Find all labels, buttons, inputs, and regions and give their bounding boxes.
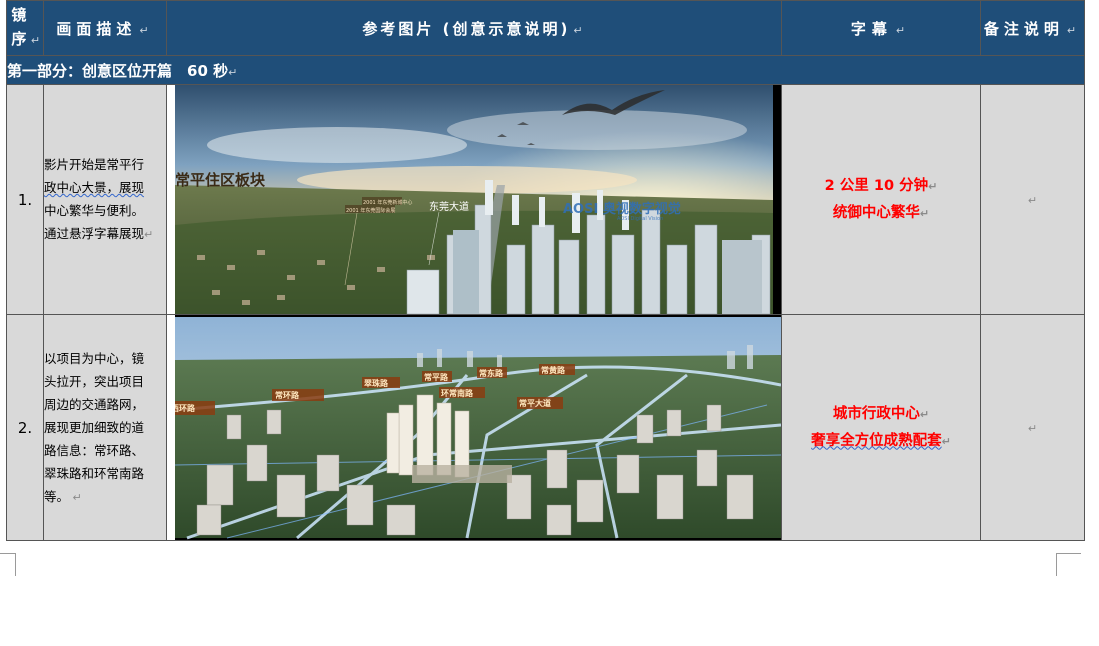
- road-label: 常平大道: [519, 398, 551, 408]
- reference-image-1: 常平住区板块 2001 年东莞新城中心 2001 年东莞国际会展 东莞大道 AO…: [167, 85, 781, 314]
- watermark-subtitle: AOSI Digital Vision: [617, 216, 663, 222]
- subtitle-line: 城市行政中心↵: [782, 401, 980, 428]
- subtitle-line-text: 2 公里 10 分钟: [824, 177, 929, 194]
- desc-line-text: 政中心大景，展现: [44, 180, 145, 195]
- shot-number: 1.: [6, 84, 44, 315]
- section-title: 第一部分：创意区位开篇 60 秒↵: [6, 55, 1085, 85]
- road-label: 常东路: [479, 368, 504, 378]
- city-aerial-network-render: 西环路 常环路 翠珠路 常平路 常东路 常黄路 环常南路 常平大道: [167, 315, 781, 540]
- desc-line: 路信息：常环路、: [44, 442, 145, 458]
- table-row: 1. 影片开始是常平行 政中心大景，展现 中心繁华与便利。 通过悬浮字幕展现↵: [6, 84, 1085, 315]
- header-scene-description-label: 画面描述: [56, 19, 137, 38]
- header-subtitle: 字幕 ↵: [781, 0, 981, 56]
- remarks-cell: ↵: [980, 84, 1085, 315]
- road-label: 环常南路: [441, 388, 474, 398]
- image-tag-label: 2001 年东莞新城中心: [363, 199, 412, 206]
- return-mark-icon: ↵: [941, 434, 951, 448]
- return-mark-icon: ↵: [573, 23, 586, 37]
- scene-description: 以项目为中心，镜 头拉开，突出项目 周边的交通路网， 展现更加细致的道 路信息：…: [43, 314, 167, 541]
- desc-line: 中心繁华与便利。: [44, 203, 145, 218]
- road-label: 常黄路: [541, 365, 566, 375]
- desc-line: 影片开始是常平行: [44, 157, 145, 172]
- return-mark-icon: ↵: [919, 407, 930, 421]
- page-corner-mark-right: [1056, 553, 1081, 576]
- return-mark-icon: ↵: [1066, 23, 1082, 37]
- desc-line: 展现更加细致的道: [44, 419, 145, 435]
- subtitle-line-text: 统御中心繁华: [832, 204, 920, 221]
- header-shot-number-label: 镜序: [11, 6, 27, 48]
- city-aerial-sunset-render: 常平住区板块 2001 年东莞新城中心 2001 年东莞国际会展 东莞大道 AO…: [167, 85, 781, 314]
- reference-image-cell: 常平住区板块 2001 年东莞新城中心 2001 年东莞国际会展 东莞大道 AO…: [166, 84, 782, 315]
- desc-line: 以项目为中心，镜: [44, 350, 145, 366]
- shot-number: 2.: [6, 314, 44, 541]
- return-mark-icon: ↵: [30, 34, 41, 47]
- road-label: 翠珠路: [364, 378, 389, 388]
- reference-image-2: 西环路 常环路 翠珠路 常平路 常东路 常黄路 环常南路 常平大道: [167, 315, 781, 540]
- return-mark-icon: ↵: [144, 228, 154, 241]
- remarks-cell: ↵: [980, 314, 1085, 541]
- header-subtitle-label: 字幕: [850, 19, 893, 38]
- return-mark-icon: ↵: [69, 490, 82, 504]
- header-row: 镜序 ↵ 画面描述 ↵ 参考图片 (创意示意说明) ↵ 字幕 ↵ 备注说明 ↵: [6, 0, 1085, 56]
- road-label: 常环路: [275, 390, 300, 400]
- road-label: 常平路: [424, 372, 449, 382]
- header-shot-number: 镜序 ↵: [6, 0, 44, 56]
- return-mark-icon: ↵: [139, 23, 154, 37]
- desc-line: 翠珠路和环常南路: [44, 465, 145, 481]
- subtitle-line-text: 奢享全方位成熟配套: [811, 432, 942, 449]
- header-remarks-label: 备注说明: [983, 19, 1064, 38]
- desc-line: 政中心大景，展现: [44, 176, 166, 199]
- desc-line: 通过悬浮字幕展现↵: [44, 222, 166, 246]
- subtitle-line: 奢享全方位成熟配套↵: [782, 428, 980, 455]
- subtitle-text: 2 公里 10 分钟↵ 统御中心繁华↵: [781, 84, 981, 315]
- reference-image-cell: 西环路 常环路 翠珠路 常平路 常东路 常黄路 环常南路 常平大道: [166, 314, 782, 541]
- page-corner-mark-left: [0, 553, 16, 576]
- table-row: 2. 以项目为中心，镜 头拉开，突出项目 周边的交通路网， 展现更加细致的道 路…: [6, 314, 1085, 541]
- scene-description: 影片开始是常平行 政中心大景，展现 中心繁华与便利。 通过悬浮字幕展现↵: [43, 84, 167, 315]
- section-row: 第一部分：创意区位开篇 60 秒↵: [6, 55, 1085, 85]
- subtitle-line: 统御中心繁华↵: [782, 200, 980, 227]
- return-mark-icon: ↵: [895, 23, 912, 37]
- header-reference-image-label: 参考图片 (创意示意说明): [362, 19, 571, 38]
- subtitle-line: 2 公里 10 分钟↵: [782, 173, 980, 200]
- desc-line-text: 等。: [44, 488, 70, 504]
- return-mark-icon: ↵: [228, 65, 238, 79]
- desc-line-text: 通过悬浮字幕展现: [44, 226, 145, 241]
- desc-line: 等。 ↵: [44, 485, 166, 509]
- subtitle-line-text: 城市行政中心: [832, 405, 920, 422]
- return-mark-icon: ↵: [919, 206, 930, 220]
- section-title-label: 第一部分：创意区位开篇 60 秒: [7, 61, 229, 80]
- header-remarks: 备注说明 ↵: [980, 0, 1085, 56]
- watermark-logo: AOSI 奥视数字视觉: [563, 201, 681, 217]
- header-reference-image: 参考图片 (创意示意说明) ↵: [166, 0, 782, 56]
- desc-line: 周边的交通路网，: [44, 396, 145, 412]
- image-tag-label: 2001 年东莞国际会展: [346, 207, 395, 214]
- header-scene-description: 画面描述 ↵: [43, 0, 167, 56]
- return-mark-icon: ↵: [1027, 421, 1038, 435]
- subtitle-text: 城市行政中心↵ 奢享全方位成熟配套↵: [781, 314, 981, 541]
- road-label: 东莞大道: [429, 200, 469, 213]
- return-mark-icon: ↵: [928, 179, 938, 193]
- return-mark-icon: ↵: [1027, 193, 1038, 207]
- storyboard-table: 镜序 ↵ 画面描述 ↵ 参考图片 (创意示意说明) ↵ 字幕 ↵ 备注说明 ↵ 第一部分：…: [6, 0, 1085, 541]
- desc-line: 头拉开，突出项目: [44, 373, 145, 389]
- district-label: 常平住区板块: [175, 171, 266, 189]
